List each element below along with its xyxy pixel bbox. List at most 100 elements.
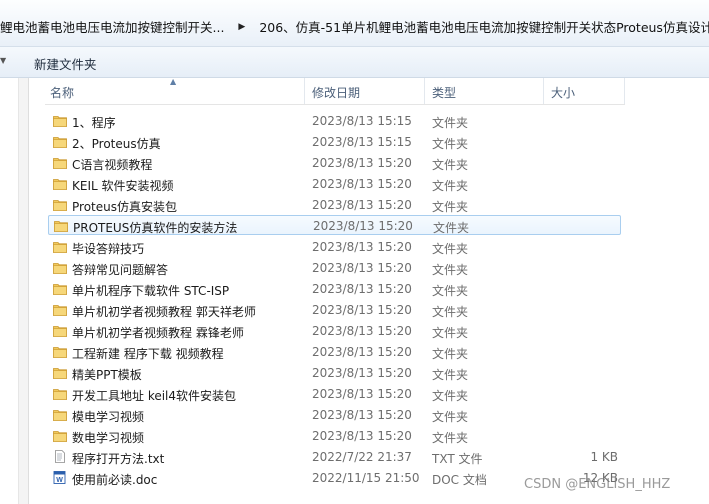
file-size: 1 KB — [590, 450, 618, 464]
navigation-pane-scrollbar[interactable] — [18, 78, 29, 504]
folder-icon — [53, 240, 67, 253]
file-type: 文件夹 — [432, 137, 469, 151]
file-row[interactable]: Proteus仿真安装包 2023/8/13 15:20 文件夹 — [48, 195, 621, 215]
column-header-name[interactable]: 名称 — [50, 84, 74, 101]
file-date-modified: 2023/8/13 15:20 — [312, 240, 412, 254]
folder-icon — [53, 429, 67, 442]
file-date-modified: 2023/8/13 15:20 — [312, 282, 412, 296]
file-type: 文件夹 — [432, 200, 469, 214]
file-date-modified: 2023/8/13 15:20 — [312, 345, 412, 359]
column-divider[interactable] — [543, 78, 544, 104]
file-date-modified: 2023/8/13 15:20 — [312, 366, 412, 380]
file-name: 数电学习视频 — [72, 431, 145, 445]
file-type: 文件夹 — [432, 158, 469, 172]
file-date-modified: 2023/8/13 15:20 — [312, 303, 412, 317]
file-date-modified: 2023/8/13 15:20 — [312, 156, 412, 170]
file-row[interactable]: PROTEUS仿真软件的安装方法 2023/8/13 15:20 文件夹 — [48, 215, 621, 235]
file-name: KEIL 软件安装视频 — [72, 179, 174, 193]
file-row[interactable]: 单片机初学者视频教程 霖锋老师 2023/8/13 15:20 文件夹 — [48, 321, 621, 341]
file-name: 单片机程序下载软件 STC-ISP — [72, 284, 230, 298]
folder-icon — [53, 387, 67, 400]
file-type: 文件夹 — [432, 389, 469, 403]
file-row[interactable]: 1、程序 2023/8/13 15:15 文件夹 — [48, 111, 621, 131]
file-name: C语言视频教程 — [72, 158, 153, 172]
file-row[interactable]: 单片机程序下载软件 STC-ISP 2023/8/13 15:20 文件夹 — [48, 279, 621, 299]
column-header-size[interactable]: 大小 — [551, 84, 575, 101]
file-row[interactable]: 程序打开方法.txt 2022/7/22 21:37 TXT 文件 1 KB — [48, 447, 621, 467]
file-date-modified: 2023/8/13 15:20 — [313, 219, 413, 233]
file-type: 文件夹 — [433, 221, 470, 235]
file-date-modified: 2023/8/13 15:20 — [312, 261, 412, 275]
word-doc-icon: W — [53, 471, 67, 484]
file-row[interactable]: 精美PPT模板 2023/8/13 15:20 文件夹 — [48, 363, 621, 383]
file-date-modified: 2023/8/13 15:20 — [312, 387, 412, 401]
file-date-modified: 2022/7/22 21:37 — [312, 450, 412, 464]
file-type: 文件夹 — [432, 242, 469, 256]
column-header-type[interactable]: 类型 — [432, 84, 456, 101]
file-name: 程序打开方法.txt — [72, 452, 165, 466]
file-row[interactable]: 答辩常见问题解答 2023/8/13 15:20 文件夹 — [48, 258, 621, 278]
column-header-row: ▲ 名称 修改日期 类型 大小 — [45, 77, 625, 105]
file-type: 文件夹 — [432, 431, 469, 445]
file-name: 单片机初学者视频教程 霖锋老师 — [72, 326, 244, 340]
file-type: DOC 文档 — [432, 473, 487, 487]
file-type: 文件夹 — [432, 305, 469, 319]
file-name: 工程新建 程序下载 视频教程 — [72, 347, 224, 361]
file-row[interactable]: 单片机初学者视频教程 郭天祥老师 2023/8/13 15:20 文件夹 — [48, 300, 621, 320]
file-name: 单片机初学者视频教程 郭天祥老师 — [72, 305, 256, 319]
file-date-modified: 2023/8/13 15:20 — [312, 198, 412, 212]
breadcrumb-item-parent[interactable]: 鲤电池蓄电池电压电流加按键控制开关... — [0, 17, 224, 36]
file-row[interactable]: 2、Proteus仿真 2023/8/13 15:15 文件夹 — [48, 132, 621, 152]
file-date-modified: 2023/8/13 15:15 — [312, 114, 412, 128]
column-header-date[interactable]: 修改日期 — [312, 84, 360, 101]
column-divider[interactable] — [424, 78, 425, 104]
breadcrumb: 鲤电池蓄电池电压电流加按键控制开关... ▶ 206、仿真-51单片机鲤电池蓄电… — [0, 17, 709, 36]
watermark: CSDN @ENGLISH_HHZ — [524, 477, 671, 492]
file-name: 精美PPT模板 — [72, 368, 142, 382]
sort-ascending-icon: ▲ — [170, 77, 177, 86]
file-name: 毕设答辩技巧 — [72, 242, 145, 256]
file-row[interactable]: KEIL 软件安装视频 2023/8/13 15:20 文件夹 — [48, 174, 621, 194]
file-row[interactable]: 模电学习视频 2023/8/13 15:20 文件夹 — [48, 405, 621, 425]
folder-icon — [53, 198, 67, 211]
file-date-modified: 2023/8/13 15:20 — [312, 324, 412, 338]
column-divider[interactable] — [624, 78, 625, 104]
address-bar[interactable]: 鲤电池蓄电池电压电流加按键控制开关... ▶ 206、仿真-51单片机鲤电池蓄电… — [0, 0, 709, 47]
file-type: 文件夹 — [432, 347, 469, 361]
folder-icon — [53, 303, 67, 316]
file-name: 1、程序 — [72, 116, 116, 130]
file-date-modified: 2023/8/13 15:20 — [312, 177, 412, 191]
file-type: TXT 文件 — [432, 452, 483, 466]
column-divider[interactable] — [304, 78, 305, 104]
svg-text:W: W — [56, 477, 63, 484]
file-row[interactable]: 数电学习视频 2023/8/13 15:20 文件夹 — [48, 426, 621, 446]
file-type: 文件夹 — [432, 368, 469, 382]
file-type: 文件夹 — [432, 284, 469, 298]
folder-icon — [53, 261, 67, 274]
file-type: 文件夹 — [432, 326, 469, 340]
file-name: 模电学习视频 — [72, 410, 145, 424]
file-type: 文件夹 — [432, 179, 469, 193]
breadcrumb-item-current[interactable]: 206、仿真-51单片机鲤电池蓄电池电压电流加按键控制开关状态Proteus仿真… — [259, 17, 709, 36]
file-row[interactable]: 开发工具地址 keil4软件安装包 2023/8/13 15:20 文件夹 — [48, 384, 621, 404]
file-row[interactable]: 工程新建 程序下载 视频教程 2023/8/13 15:20 文件夹 — [48, 342, 621, 362]
file-type: 文件夹 — [432, 410, 469, 424]
file-row[interactable]: 毕设答辩技巧 2023/8/13 15:20 文件夹 — [48, 237, 621, 257]
file-type: 文件夹 — [432, 116, 469, 130]
file-name: 开发工具地址 keil4软件安装包 — [72, 389, 237, 403]
file-date-modified: 2023/8/13 15:15 — [312, 135, 412, 149]
folder-icon — [53, 408, 67, 421]
folder-icon — [53, 135, 67, 148]
text-file-icon — [53, 450, 67, 463]
chevron-down-icon[interactable]: ▼ — [0, 56, 6, 65]
new-folder-button[interactable]: 新建文件夹 — [34, 54, 97, 73]
folder-icon — [53, 177, 67, 190]
file-name: Proteus仿真安装包 — [72, 200, 177, 214]
file-name: 2、Proteus仿真 — [72, 137, 161, 151]
file-name: PROTEUS仿真软件的安装方法 — [73, 221, 238, 235]
file-name: 使用前必读.doc — [72, 473, 158, 487]
folder-icon — [53, 156, 67, 169]
breadcrumb-separator-icon[interactable]: ▶ — [238, 22, 245, 32]
file-row[interactable]: C语言视频教程 2023/8/13 15:20 文件夹 — [48, 153, 621, 173]
file-name: 答辩常见问题解答 — [72, 263, 169, 277]
